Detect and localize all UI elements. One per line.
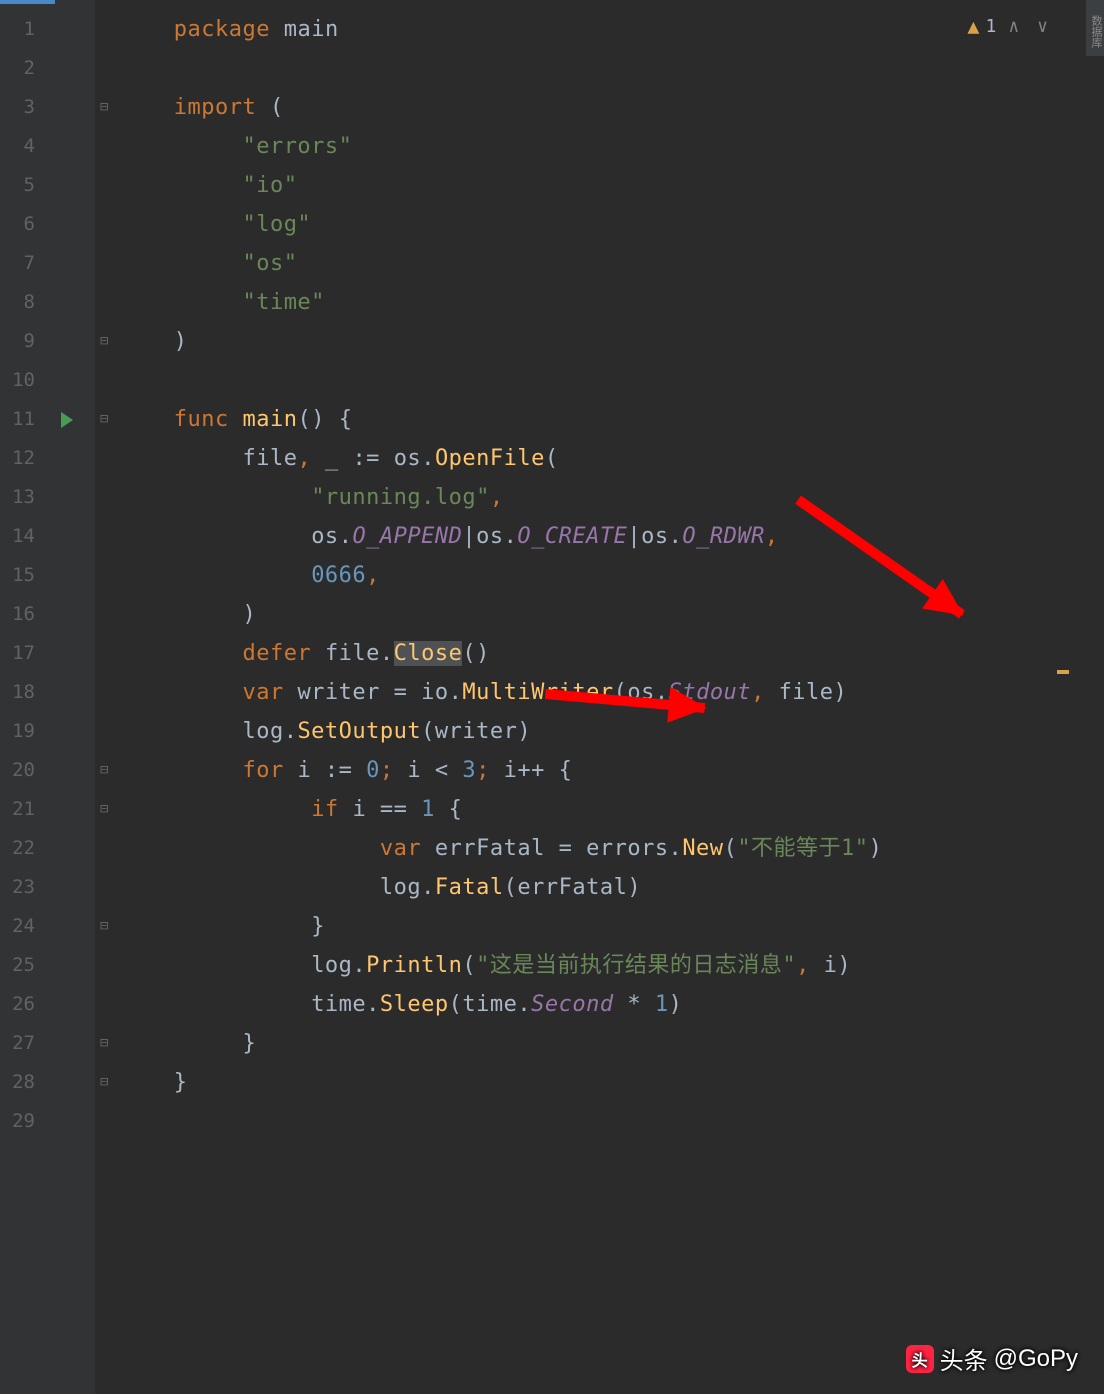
line-number[interactable]: 27 <box>0 1024 95 1063</box>
code-line[interactable]: "running.log", <box>105 478 1104 517</box>
line-number[interactable]: 20 <box>0 751 95 790</box>
line-number[interactable]: 12 <box>0 439 95 478</box>
code-area[interactable]: package main ⊟ import ( "errors" "io" "lo… <box>95 0 1104 1394</box>
code-line[interactable]: "io" <box>105 166 1104 205</box>
line-number[interactable]: 21 <box>0 790 95 829</box>
fold-icon[interactable]: ⊟ <box>100 400 109 439</box>
fold-icon[interactable]: ⊟ <box>100 751 109 790</box>
code-line[interactable]: time.Sleep(time.Second * 1) <box>105 985 1104 1024</box>
fold-icon[interactable]: ⊟ <box>100 322 109 361</box>
line-number[interactable]: 1 <box>0 10 95 49</box>
line-number[interactable]: 9 <box>0 322 95 361</box>
line-number[interactable]: 3 <box>0 88 95 127</box>
line-number[interactable]: 24 <box>0 907 95 946</box>
scrollbar[interactable] <box>1072 0 1086 1394</box>
tool-window-tab-database[interactable]: 数据库 <box>1086 0 1104 56</box>
run-gutter-icon[interactable] <box>61 412 73 428</box>
gutter: 1234567891011121314151617181920212223242… <box>0 0 95 1394</box>
code-line[interactable]: var errFatal = errors.New("不能等于1") <box>105 829 1104 868</box>
line-number[interactable]: 28 <box>0 1063 95 1102</box>
code-line[interactable]: package main <box>105 10 1104 49</box>
line-number[interactable]: 17 <box>0 634 95 673</box>
code-line[interactable]: 0666, <box>105 556 1104 595</box>
code-line[interactable]: "errors" <box>105 127 1104 166</box>
fold-icon[interactable]: ⊟ <box>100 1024 109 1063</box>
code-line[interactable]: var writer = io.MultiWriter(os.Stdout, f… <box>105 673 1104 712</box>
line-number[interactable]: 4 <box>0 127 95 166</box>
code-line[interactable] <box>105 361 1104 400</box>
error-stripe[interactable] <box>1056 0 1070 1394</box>
attribution-prefix: 头条 <box>940 1341 988 1376</box>
code-line[interactable] <box>105 1102 1104 1141</box>
line-number[interactable]: 25 <box>0 946 95 985</box>
line-number[interactable]: 15 <box>0 556 95 595</box>
line-number[interactable]: 13 <box>0 478 95 517</box>
code-line[interactable] <box>105 49 1104 88</box>
fold-icon[interactable]: ⊟ <box>100 88 109 127</box>
code-line[interactable]: ⊟ for i := 0; i < 3; i++ { <box>105 751 1104 790</box>
code-line[interactable]: "time" <box>105 283 1104 322</box>
code-line[interactable]: "log" <box>105 205 1104 244</box>
stripe-marker[interactable] <box>1057 670 1069 674</box>
warning-count: 1 <box>985 16 996 37</box>
fold-icon[interactable]: ⊟ <box>100 907 109 946</box>
prev-highlight-icon[interactable]: ∧ <box>1002 16 1025 37</box>
warning-icon: ▲ <box>967 14 979 38</box>
code-line[interactable]: log.Println("这是当前执行结果的日志消息", i) <box>105 946 1104 985</box>
code-line[interactable]: ) <box>105 595 1104 634</box>
line-number[interactable]: 7 <box>0 244 95 283</box>
gutter-highlight <box>0 0 55 4</box>
line-number[interactable]: 14 <box>0 517 95 556</box>
code-line[interactable]: ⊟ if i == 1 { <box>105 790 1104 829</box>
code-line[interactable]: log.Fatal(errFatal) <box>105 868 1104 907</box>
next-highlight-icon[interactable]: ∨ <box>1031 16 1054 37</box>
code-line[interactable]: ⊟ } <box>105 1063 1104 1102</box>
code-line[interactable]: log.SetOutput(writer) <box>105 712 1104 751</box>
code-line[interactable]: ⊟ ) <box>105 322 1104 361</box>
line-number[interactable]: 23 <box>0 868 95 907</box>
line-number[interactable]: 5 <box>0 166 95 205</box>
code-line[interactable]: file, _ := os.OpenFile( <box>105 439 1104 478</box>
code-line[interactable]: ⊟ } <box>105 907 1104 946</box>
fold-icon[interactable]: ⊟ <box>100 1063 109 1102</box>
line-number[interactable]: 18 <box>0 673 95 712</box>
inspection-widget[interactable]: ▲ 1 ∧ ∨ <box>967 14 1054 38</box>
code-line[interactable]: ⊟ func main() { <box>105 400 1104 439</box>
line-number[interactable]: 6 <box>0 205 95 244</box>
line-number[interactable]: 16 <box>0 595 95 634</box>
line-number[interactable]: 26 <box>0 985 95 1024</box>
attribution-handle: @GoPy <box>994 1345 1078 1373</box>
line-number[interactable]: 22 <box>0 829 95 868</box>
code-line[interactable]: defer file.Close() <box>105 634 1104 673</box>
line-number[interactable]: 11 <box>0 400 95 439</box>
code-line[interactable]: ⊟ } <box>105 1024 1104 1063</box>
editor-container: 1234567891011121314151617181920212223242… <box>0 0 1104 1394</box>
line-number[interactable]: 2 <box>0 49 95 88</box>
fold-icon[interactable]: ⊟ <box>100 790 109 829</box>
line-number[interactable]: 29 <box>0 1102 95 1141</box>
line-number[interactable]: 19 <box>0 712 95 751</box>
code-line[interactable]: "os" <box>105 244 1104 283</box>
line-number[interactable]: 10 <box>0 361 95 400</box>
code-line[interactable]: os.O_APPEND|os.O_CREATE|os.O_RDWR, <box>105 517 1104 556</box>
code-line[interactable]: ⊟ import ( <box>105 88 1104 127</box>
toutiao-logo-icon: 头 <box>906 1345 934 1373</box>
attribution: 头 头条 @GoPy <box>906 1341 1078 1376</box>
line-number[interactable]: 8 <box>0 283 95 322</box>
